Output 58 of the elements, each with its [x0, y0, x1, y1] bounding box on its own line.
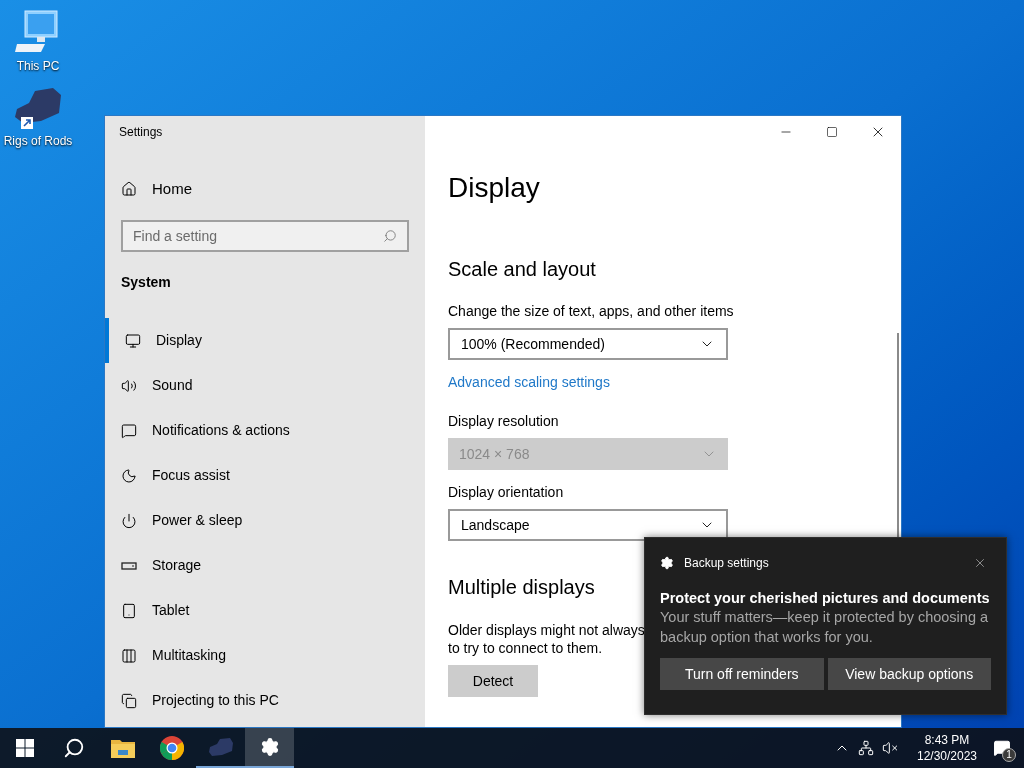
message-icon — [993, 739, 1011, 757]
dropdown[interactable]: Landscape — [448, 509, 728, 541]
volume-indicator[interactable] — [882, 740, 900, 756]
field-label: Change the size of text, apps, and other items — [448, 302, 734, 321]
section-heading: Scale and layout — [448, 257, 596, 282]
sidebar-item[interactable]: Sound — [105, 363, 425, 408]
multitasking-icon — [121, 647, 137, 664]
search-field[interactable]: Find a setting — [121, 220, 409, 252]
action-center-button[interactable]: 1 — [980, 728, 1024, 768]
page-title: Display — [448, 171, 540, 205]
field-label: Display resolution — [448, 412, 559, 431]
sidebar-item[interactable]: Power & sleep — [105, 498, 425, 543]
field-label: Display orientation — [448, 483, 564, 502]
search-icon — [62, 737, 85, 759]
toast-title: Protect your cherished pictures and documents — [660, 589, 991, 607]
toast-button[interactable]: Turn off reminders — [660, 658, 824, 690]
advanced-scaling-link[interactable]: Advanced scaling settings — [448, 372, 610, 392]
chrome-logo-icon — [159, 736, 184, 760]
projector-screens-icon — [121, 692, 137, 709]
sidebar-item[interactable]: Projecting to this PC — [105, 678, 425, 723]
notification-count-badge: 1 — [1002, 748, 1016, 762]
sidebar-item[interactable]: Storage — [105, 543, 425, 588]
muted-speaker-icon — [882, 740, 898, 756]
window-title: Settings — [119, 124, 163, 141]
section-heading: Multiple displays — [448, 575, 595, 600]
sidebar-item[interactable]: Notifications & actions — [105, 408, 425, 453]
sidebar-item[interactable]: Focus assist — [105, 453, 425, 498]
gear-icon — [660, 556, 674, 570]
toast-app-name: Backup settings — [684, 555, 769, 572]
sidebar-item[interactable]: Tablet — [105, 588, 425, 633]
detect-button[interactable]: Detect — [448, 665, 538, 697]
taskbar-button[interactable] — [245, 728, 294, 768]
description-text: Older displays might not always — [448, 621, 645, 639]
toast-message: Your stuff matters—keep it protected by choosing a backup option that works for you. — [660, 608, 990, 647]
toast-button[interactable]: View backup options — [827, 658, 991, 690]
home-item[interactable]: Home — [105, 169, 425, 209]
desktop-icon-label: Rigs of Rods — [3, 134, 73, 148]
folder-icon — [110, 738, 135, 758]
close-icon[interactable] — [973, 556, 987, 570]
windows-logo-icon — [15, 739, 34, 757]
home-icon — [121, 181, 137, 197]
truck-icon — [207, 737, 234, 757]
power-icon — [121, 512, 137, 529]
section-heading: System — [121, 272, 171, 292]
network-icon[interactable] — [858, 740, 874, 756]
speech-bubble-icon — [121, 422, 137, 439]
speaker-icon — [121, 377, 137, 394]
description-text: to try to connect to them. — [448, 639, 604, 657]
gear-icon — [259, 737, 280, 757]
desktop-icon-label: This PC — [16, 59, 60, 73]
clock[interactable]: 8:43 PM 12/30/2023 — [914, 732, 980, 764]
tablet-icon — [121, 602, 137, 619]
dropdown[interactable]: 100% (Recommended) — [448, 328, 728, 360]
sidebar-item[interactable]: Multitasking — [105, 633, 425, 678]
monitor-icon — [125, 332, 141, 349]
search-icon — [383, 229, 397, 243]
moon-icon — [121, 467, 137, 484]
maximize-icon — [826, 126, 838, 138]
